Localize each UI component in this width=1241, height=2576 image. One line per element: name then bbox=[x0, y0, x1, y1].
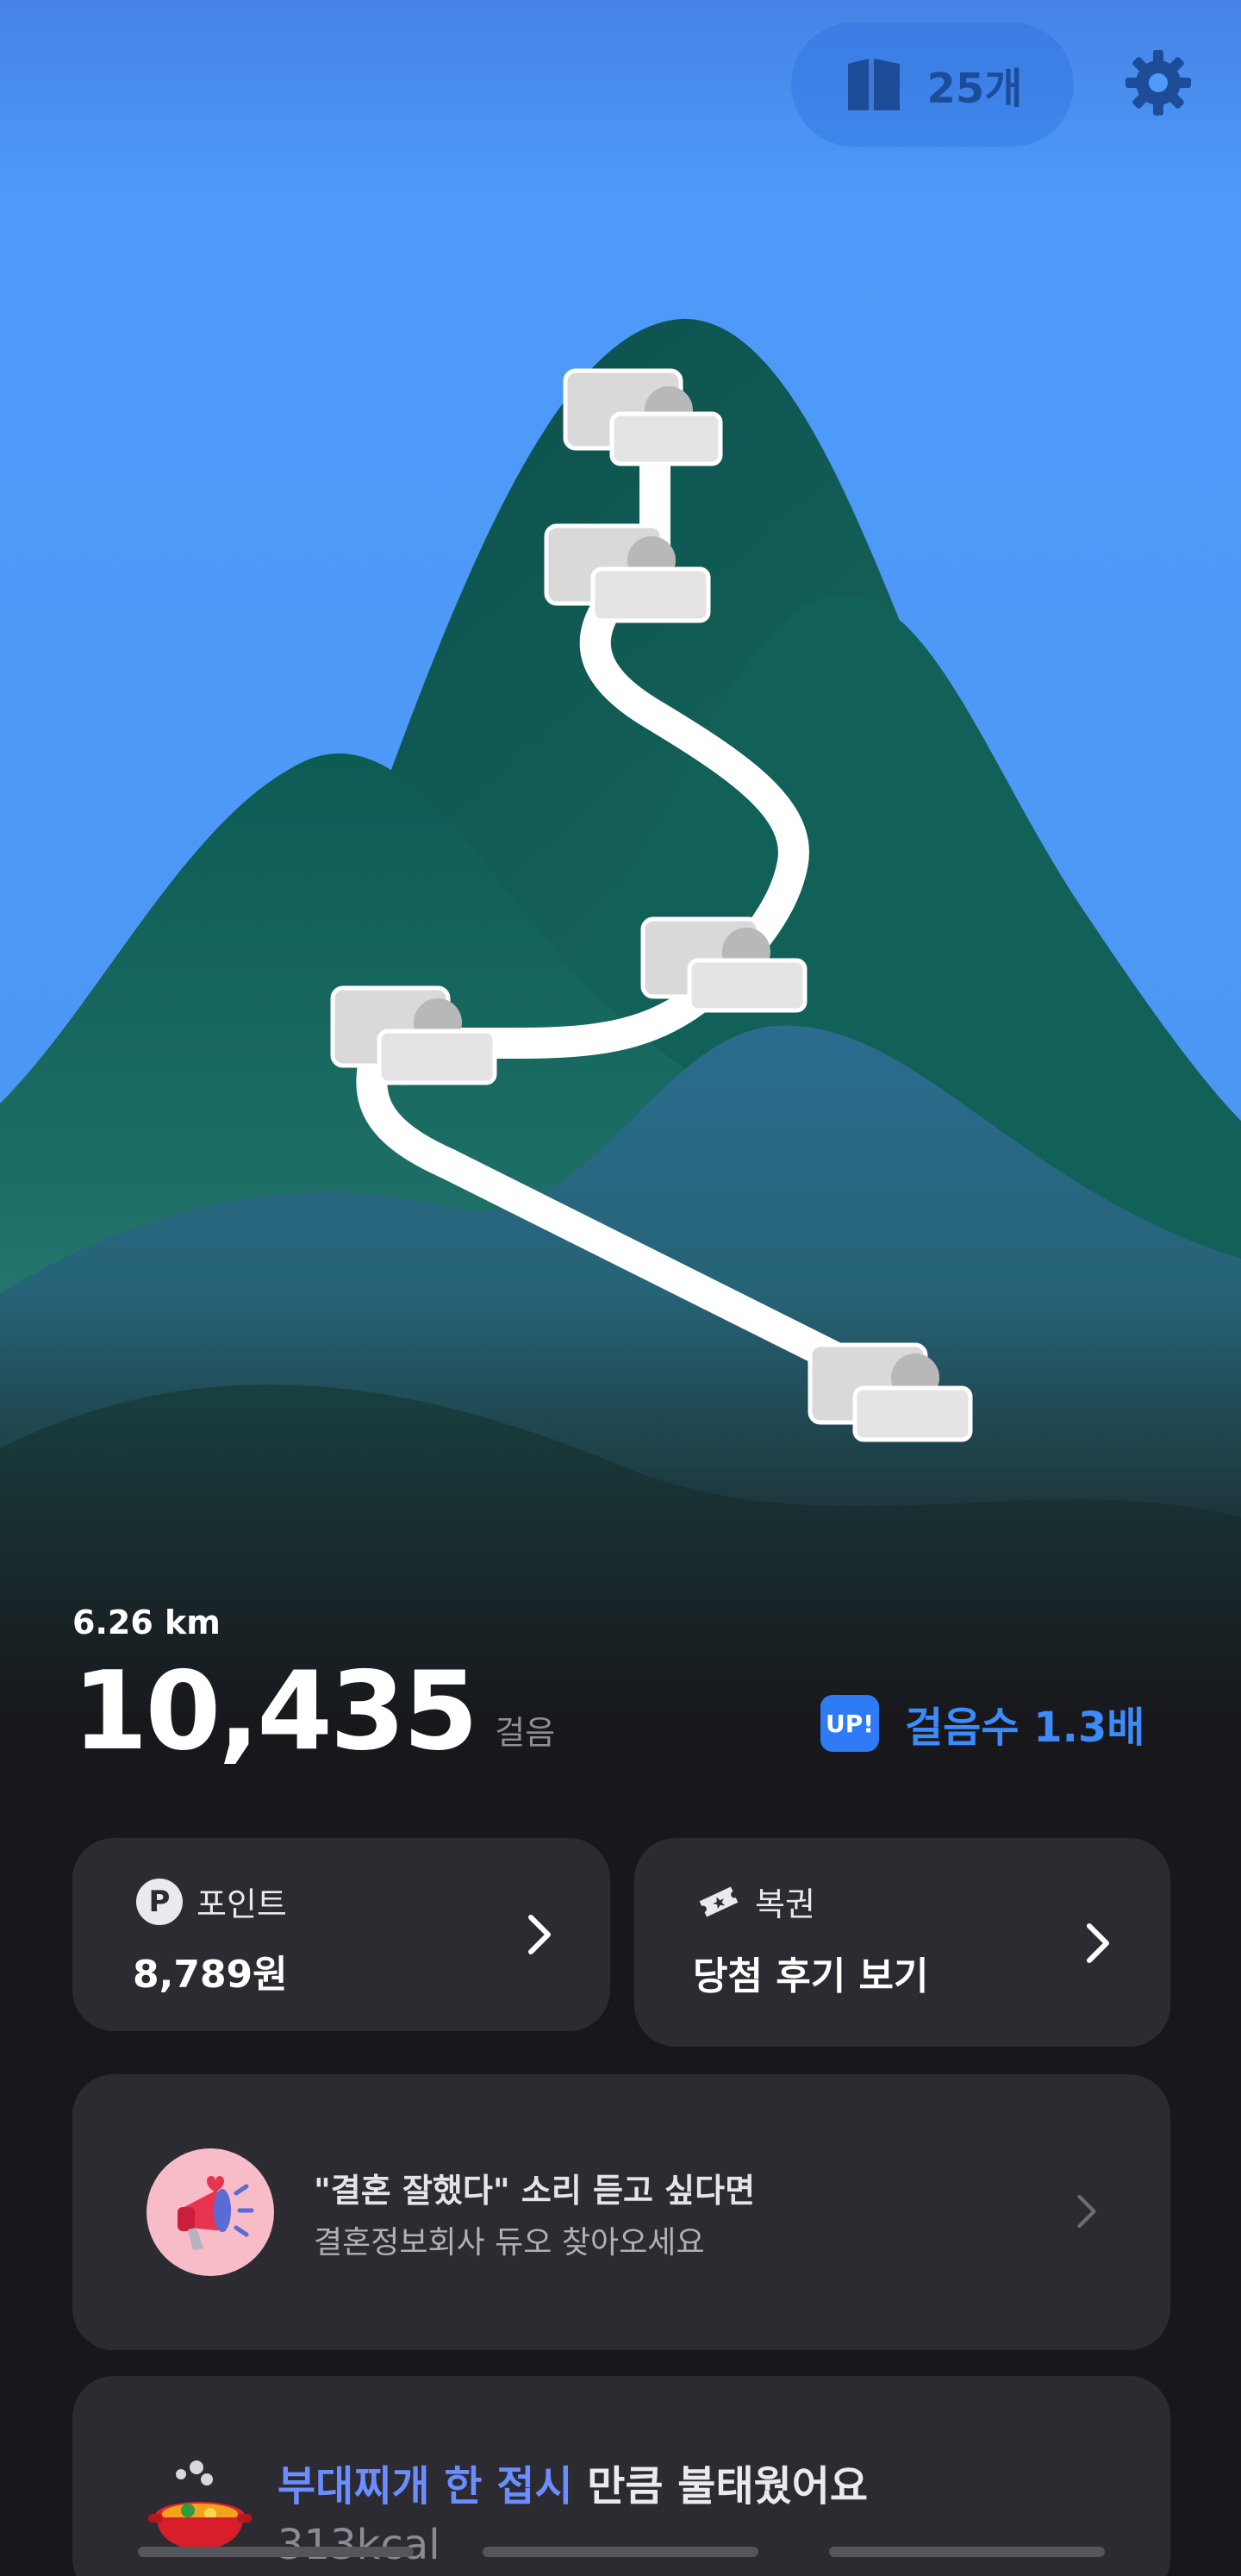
page-indicator-bar bbox=[138, 2547, 414, 2557]
steps-count: 10,435 bbox=[72, 1648, 478, 1774]
point-label: 포인트 bbox=[196, 1885, 287, 1923]
steps-unit: 걸음 bbox=[495, 1714, 556, 1752]
gear-icon[interactable] bbox=[1122, 47, 1194, 119]
ticket-count-button[interactable]: 25개 bbox=[791, 22, 1074, 147]
ticket-book-icon bbox=[847, 59, 900, 110]
calorie-value: 313kcal bbox=[278, 2521, 440, 2569]
point-value: 8,789원 bbox=[133, 1953, 288, 1997]
lottery-card[interactable]: 복권 당첨 후기 보기 bbox=[634, 1838, 1170, 2047]
point-card[interactable]: P 포인트 8,789원 bbox=[72, 1838, 610, 2031]
ad-subtitle: 결혼정보회사 듀오 찾아오세요 bbox=[314, 2225, 705, 2260]
lottery-label: 복권 bbox=[755, 1885, 815, 1923]
steps-row: 10,435 걸음 bbox=[72, 1657, 555, 1766]
up-badge: UP! bbox=[820, 1695, 879, 1752]
ticket-icon bbox=[699, 1885, 739, 1917]
step-boost[interactable]: UP! 걸음수 1.3배 bbox=[820, 1693, 1144, 1754]
chevron-right-icon bbox=[528, 1915, 551, 1954]
point-coin-icon: P bbox=[136, 1878, 183, 1925]
page-indicator bbox=[0, 2547, 1241, 2559]
lottery-reviews-link: 당첨 후기 보기 bbox=[693, 1954, 929, 1998]
page-indicator-bar bbox=[829, 2547, 1105, 2557]
mountain-scene bbox=[0, 0, 1241, 1724]
chevron-right-icon bbox=[1087, 1923, 1109, 1963]
ad-title: "결혼 잘했다" 소리 듣고 싶다면 bbox=[314, 2172, 756, 2210]
ticket-count: 25개 bbox=[926, 65, 1023, 113]
food-message-rest: 만큼 불태웠어요 bbox=[572, 2462, 869, 2510]
food-highlight: 부대찌개 한 접시 bbox=[278, 2462, 573, 2510]
megaphone-icon bbox=[147, 2148, 274, 2276]
page-indicator-bar bbox=[483, 2547, 758, 2557]
distance-value: 6.26 km bbox=[72, 1604, 221, 1641]
chevron-right-icon bbox=[1077, 2194, 1096, 2229]
boost-text: 걸음수 1.3배 bbox=[905, 1704, 1145, 1752]
calorie-message: 부대찌개 한 접시 만큼 불태웠어요 bbox=[278, 2452, 868, 2512]
ad-banner-card[interactable]: "결혼 잘했다" 소리 듣고 싶다면 결혼정보회사 듀오 찾아오세요 bbox=[72, 2074, 1170, 2350]
